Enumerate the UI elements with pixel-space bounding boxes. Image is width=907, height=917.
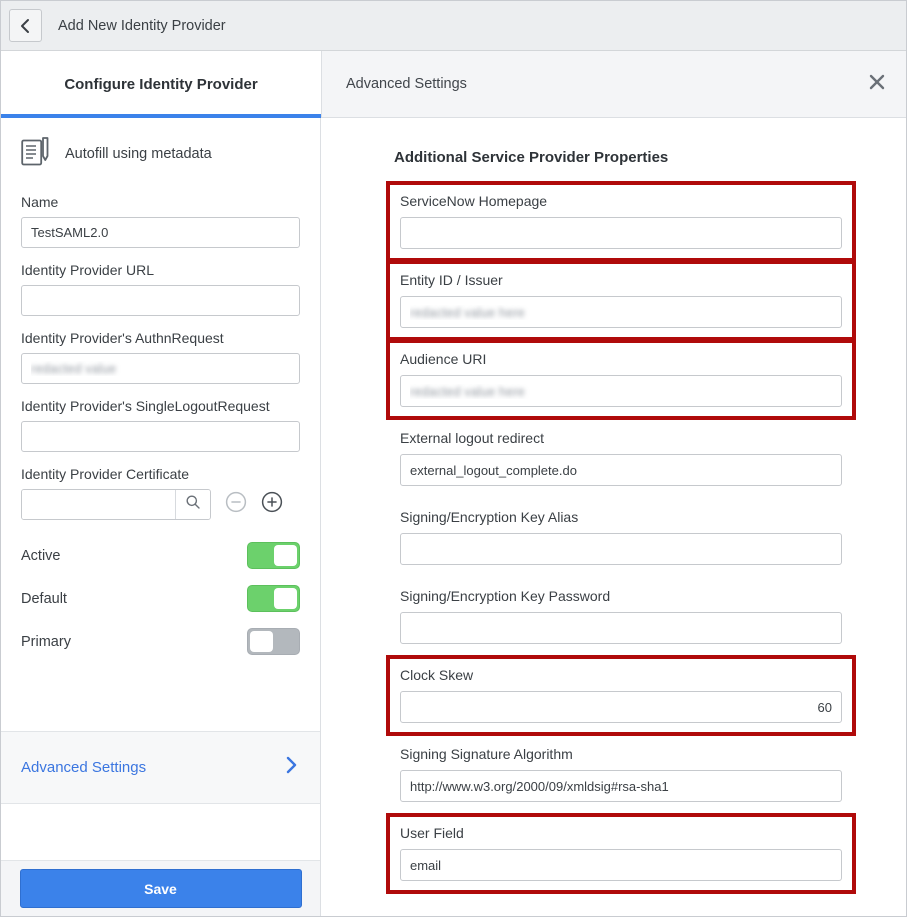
close-panel-button[interactable] xyxy=(862,69,892,99)
identity-provider-form: Autofill using metadata Name Identity Pr… xyxy=(1,118,320,663)
autofill-label: Autofill using metadata xyxy=(65,146,212,162)
field-servicenow-homepage: ServiceNow Homepage xyxy=(386,181,856,262)
key-password-input[interactable] xyxy=(400,612,842,644)
field-single-logout-request: Identity Provider's SingleLogoutRequest xyxy=(21,398,300,452)
sidebar-spacer xyxy=(1,804,320,860)
field-key-password-label: Signing/Encryption Key Password xyxy=(400,588,611,604)
field-idp-url: Identity Provider URL xyxy=(21,262,300,316)
field-entity-id-issuer-label: Entity ID / Issuer xyxy=(400,272,503,288)
external-logout-redirect-input[interactable] xyxy=(400,454,842,486)
audience-uri-input[interactable] xyxy=(400,375,842,407)
toggle-knob xyxy=(274,588,297,609)
field-key-alias: Signing/Encryption Key Alias xyxy=(386,497,856,578)
field-external-logout-redirect-label: External logout redirect xyxy=(400,430,544,446)
chevron-left-icon xyxy=(20,18,31,34)
configure-sidebar: Autofill using metadata Name Identity Pr… xyxy=(1,118,321,916)
advanced-settings-panel: Additional Service Provider Properties S… xyxy=(322,118,906,916)
entity-id-issuer-input[interactable] xyxy=(400,296,842,328)
field-user-field-label: User Field xyxy=(400,825,464,841)
field-single-logout-request-label: Identity Provider's SingleLogoutRequest xyxy=(21,398,270,414)
search-icon xyxy=(185,494,201,515)
field-idp-url-label: Identity Provider URL xyxy=(21,262,155,278)
clock-skew-input[interactable] xyxy=(400,691,842,723)
servicenow-homepage-input[interactable] xyxy=(400,217,842,249)
toggle-primary[interactable] xyxy=(247,628,300,655)
plus-circle-icon xyxy=(261,491,283,518)
remove-certificate-button[interactable] xyxy=(225,491,247,518)
field-external-logout-redirect: External logout redirect xyxy=(386,418,856,499)
signing-signature-algorithm-input[interactable] xyxy=(400,770,842,802)
field-clock-skew-label: Clock Skew xyxy=(400,667,474,683)
toggle-default-label: Default xyxy=(21,590,67,607)
toggle-active[interactable] xyxy=(247,542,300,569)
autofill-using-metadata-button[interactable]: Autofill using metadata xyxy=(21,136,300,172)
add-identity-provider-window: Add New Identity Provider Configure Iden… xyxy=(0,0,907,917)
certificate-search-button[interactable] xyxy=(175,490,210,519)
toggle-knob xyxy=(250,631,273,652)
single-logout-request-input[interactable] xyxy=(21,421,300,452)
toggle-row-primary: Primary xyxy=(21,620,300,663)
field-key-alias-label: Signing/Encryption Key Alias xyxy=(400,509,579,525)
sidebar-item-advanced-settings[interactable]: Advanced Settings xyxy=(1,731,320,804)
field-idp-certificate: Identity Provider Certificate xyxy=(21,466,300,520)
minus-circle-icon xyxy=(225,491,247,518)
service-provider-properties-form: ServiceNow Homepage Entity ID / Issuer A… xyxy=(386,181,856,894)
add-certificate-button[interactable] xyxy=(261,491,283,518)
authn-request-input[interactable] xyxy=(21,353,300,384)
certificate-row xyxy=(21,489,300,520)
panel-title: Additional Service Provider Properties xyxy=(394,149,669,166)
field-signing-signature-algorithm: Signing Signature Algorithm xyxy=(386,734,856,815)
tab-row: Configure Identity Provider Advanced Set… xyxy=(1,51,906,118)
chevron-right-icon xyxy=(285,755,298,780)
save-button[interactable]: Save xyxy=(19,869,302,908)
toggle-knob xyxy=(274,545,297,566)
certificate-input-wrap xyxy=(21,489,211,520)
field-audience-uri: Audience URI xyxy=(386,339,856,420)
certificate-input[interactable] xyxy=(22,490,175,519)
tab-advanced-label: Advanced Settings xyxy=(346,76,467,92)
tab-advanced-settings[interactable]: Advanced Settings xyxy=(321,51,906,118)
field-name-label: Name xyxy=(21,194,59,210)
save-bar: Save xyxy=(1,860,320,916)
toggle-row-active: Active xyxy=(21,534,300,577)
field-entity-id-issuer: Entity ID / Issuer xyxy=(386,260,856,341)
field-authn-request-label: Identity Provider's AuthnRequest xyxy=(21,330,224,346)
close-icon xyxy=(868,73,886,96)
window-title: Add New Identity Provider xyxy=(58,17,226,34)
field-idp-certificate-label: Identity Provider Certificate xyxy=(21,466,190,482)
top-bar: Add New Identity Provider xyxy=(1,1,906,51)
field-key-password: Signing/Encryption Key Password xyxy=(386,576,856,657)
field-clock-skew: Clock Skew xyxy=(386,655,856,736)
back-button[interactable] xyxy=(9,9,42,42)
field-signing-signature-algorithm-label: Signing Signature Algorithm xyxy=(400,746,573,762)
tab-configure-identity-provider[interactable]: Configure Identity Provider xyxy=(1,51,321,118)
field-authn-request: Identity Provider's AuthnRequest xyxy=(21,330,300,384)
document-pen-icon xyxy=(21,136,51,172)
key-alias-input[interactable] xyxy=(400,533,842,565)
toggle-active-label: Active xyxy=(21,547,61,564)
field-user-field: User Field xyxy=(386,813,856,894)
user-field-input[interactable] xyxy=(400,849,842,881)
field-name: Name xyxy=(21,194,300,248)
field-audience-uri-label: Audience URI xyxy=(400,351,487,367)
toggle-row-default: Default xyxy=(21,577,300,620)
name-input[interactable] xyxy=(21,217,300,248)
toggle-primary-label: Primary xyxy=(21,633,71,650)
field-servicenow-homepage-label: ServiceNow Homepage xyxy=(400,193,548,209)
idp-url-input[interactable] xyxy=(21,285,300,316)
advanced-settings-label: Advanced Settings xyxy=(21,759,147,776)
toggle-default[interactable] xyxy=(247,585,300,612)
tab-configure-label: Configure Identity Provider xyxy=(64,76,258,93)
